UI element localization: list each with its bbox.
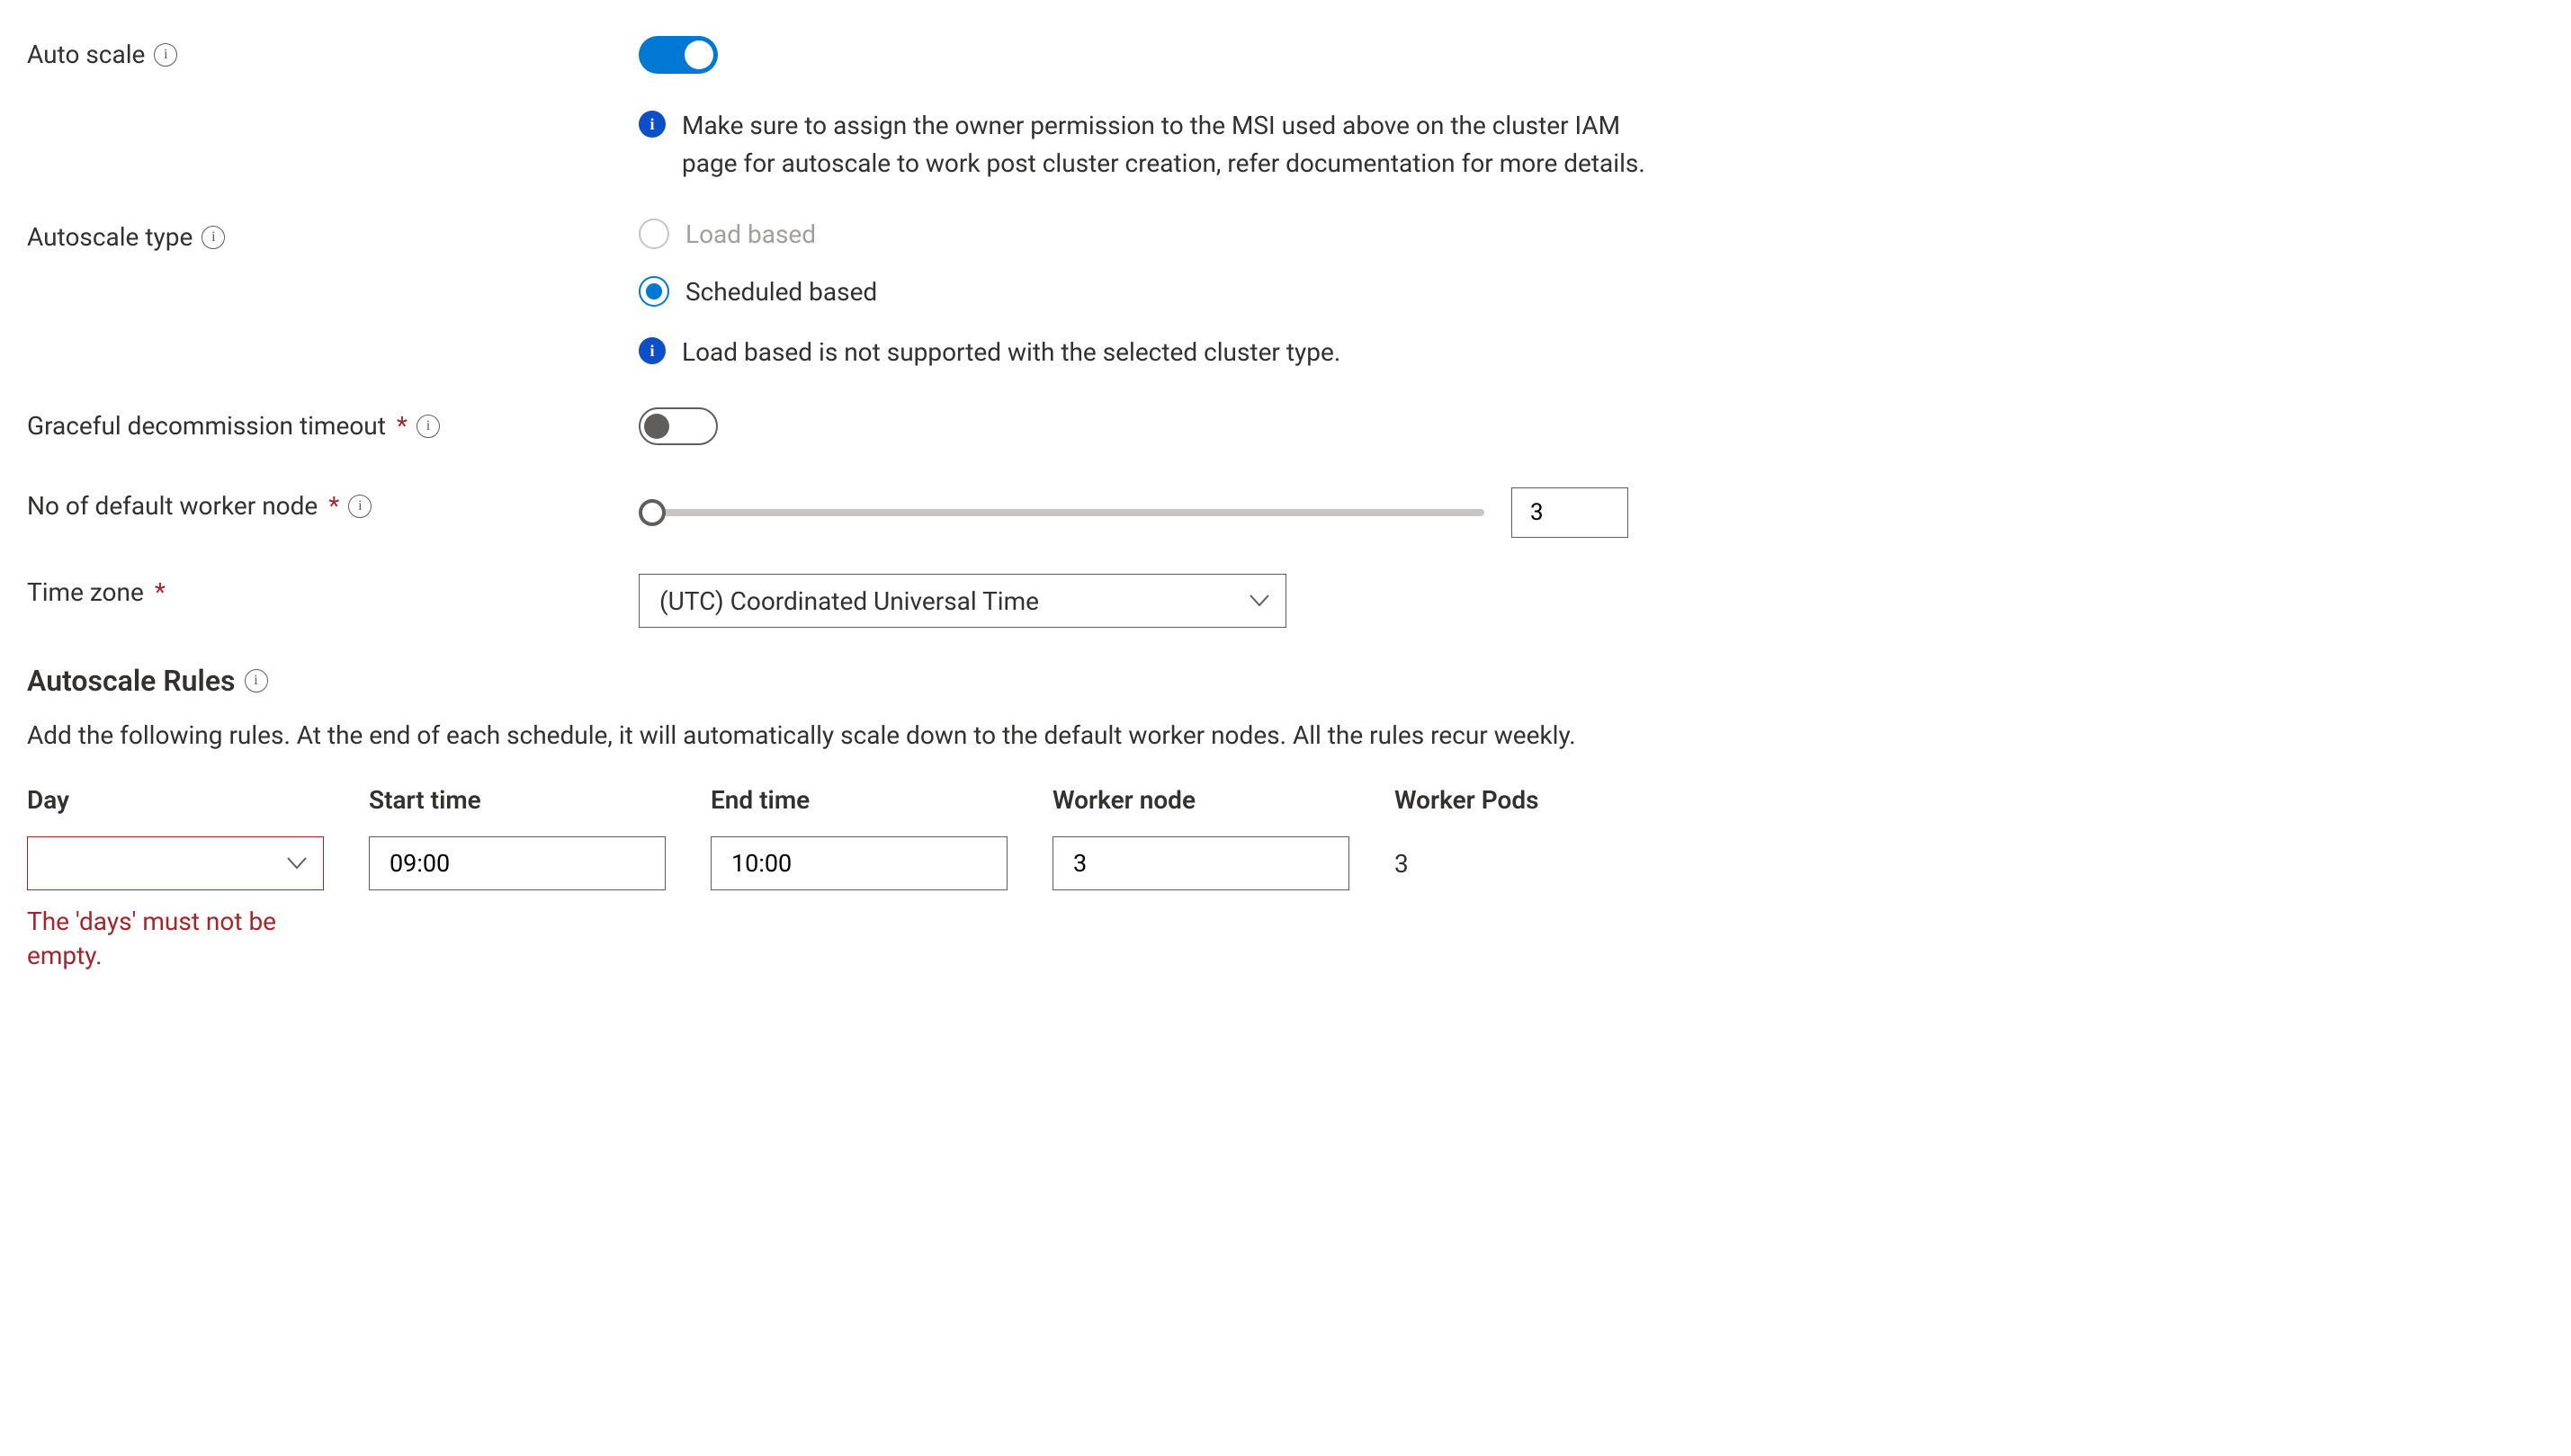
required-asterisk: * <box>397 411 408 441</box>
time-zone-row: Time zone * (UTC) Coordinated Universal … <box>27 574 2544 628</box>
th-start-time: Start time <box>369 785 711 836</box>
autoscale-type-controls: Load based Scheduled based i Load based … <box>639 219 2544 371</box>
rules-table-row: The 'days' must not be empty. 3 <box>27 836 2544 973</box>
autoscale-rules-header: Autoscale Rules i <box>27 664 2544 698</box>
cell-worker-pods: 3 <box>1394 836 1736 879</box>
end-time-input[interactable] <box>711 836 1008 890</box>
cell-start-time <box>369 836 711 890</box>
autoscale-type-label: Autoscale type i <box>27 219 639 252</box>
info-icon[interactable]: i <box>154 43 177 67</box>
cell-day: The 'days' must not be empty. <box>27 836 369 973</box>
toggle-knob <box>685 40 713 69</box>
toggle-knob <box>644 414 669 439</box>
graceful-decommission-controls <box>639 407 2544 451</box>
radio-circle <box>639 219 669 249</box>
required-asterisk: * <box>328 491 339 521</box>
worker-pods-value: 3 <box>1394 836 1700 879</box>
default-worker-node-row: No of default worker node * i <box>27 487 2544 538</box>
radio-dot <box>646 283 662 299</box>
time-zone-value: (UTC) Coordinated Universal Time <box>659 586 1039 616</box>
info-icon[interactable]: i <box>245 669 268 692</box>
autoscale-rules-title: Autoscale Rules <box>27 664 236 698</box>
th-end-time: End time <box>711 785 1053 836</box>
info-icon[interactable]: i <box>417 415 440 438</box>
worker-node-slider-row <box>639 487 2544 538</box>
required-asterisk: * <box>155 577 166 607</box>
auto-scale-toggle[interactable] <box>639 36 718 74</box>
radio-circle <box>639 276 669 307</box>
autoscale-type-row: Autoscale type i Load based Scheduled ba… <box>27 219 2544 371</box>
th-worker-node: Worker node <box>1053 785 1394 836</box>
rules-table-header: Day Start time End time Worker node Work… <box>27 785 2544 836</box>
auto-scale-info-callout: i Make sure to assign the owner permissi… <box>639 107 1664 183</box>
autoscale-rules-table: Day Start time End time Worker node Work… <box>27 785 2544 973</box>
info-icon[interactable]: i <box>348 495 372 518</box>
cell-worker-node <box>1053 836 1394 890</box>
day-error-message: The 'days' must not be empty. <box>27 905 315 973</box>
graceful-decommission-toggle[interactable] <box>639 407 718 445</box>
auto-scale-info-text: Make sure to assign the owner permission… <box>682 107 1664 183</box>
info-icon: i <box>639 337 666 364</box>
autoscale-type-radio-group: Load based Scheduled based i Load based … <box>639 219 2544 371</box>
auto-scale-controls: i Make sure to assign the owner permissi… <box>639 36 2544 183</box>
cell-end-time <box>711 836 1053 890</box>
autoscale-type-label-text: Autoscale type <box>27 222 193 252</box>
time-zone-label-text: Time zone <box>27 577 144 607</box>
graceful-decommission-row: Graceful decommission timeout * i <box>27 407 2544 451</box>
auto-scale-row: Auto scale i i Make sure to assign the o… <box>27 36 2544 183</box>
worker-node-input[interactable] <box>1511 487 1628 538</box>
graceful-decommission-label: Graceful decommission timeout * i <box>27 407 639 441</box>
autoscale-type-warning-text: Load based is not supported with the sel… <box>682 334 1340 371</box>
time-zone-label: Time zone * <box>27 574 639 607</box>
radio-label-load: Load based <box>685 219 816 249</box>
auto-scale-label-text: Auto scale <box>27 40 145 69</box>
day-select[interactable] <box>27 836 324 890</box>
auto-scale-label: Auto scale i <box>27 36 639 69</box>
autoscale-type-warning: i Load based is not supported with the s… <box>639 334 1664 371</box>
default-worker-node-label-text: No of default worker node <box>27 491 318 521</box>
time-zone-controls: (UTC) Coordinated Universal Time <box>639 574 2544 628</box>
chevron-down-icon <box>287 857 307 870</box>
th-day: Day <box>27 785 369 836</box>
default-worker-node-controls <box>639 487 2544 538</box>
autoscale-type-load-based: Load based <box>639 219 2544 249</box>
radio-label-scheduled: Scheduled based <box>685 277 877 307</box>
graceful-decommission-label-text: Graceful decommission timeout <box>27 411 386 441</box>
slider-thumb[interactable] <box>639 499 666 526</box>
time-zone-select[interactable]: (UTC) Coordinated Universal Time <box>639 574 1286 628</box>
th-worker-pods: Worker Pods <box>1394 785 1736 836</box>
autoscale-type-scheduled-based[interactable]: Scheduled based <box>639 276 2544 307</box>
start-time-input[interactable] <box>369 836 666 890</box>
chevron-down-icon <box>1250 594 1269 607</box>
info-icon: i <box>639 111 666 138</box>
worker-node-slider[interactable] <box>639 497 1484 528</box>
info-icon[interactable]: i <box>202 226 225 249</box>
autoscale-rules-description: Add the following rules. At the end of e… <box>27 718 1682 753</box>
slider-track <box>639 509 1484 516</box>
default-worker-node-label: No of default worker node * i <box>27 487 639 521</box>
worker-node-input[interactable] <box>1053 836 1349 890</box>
